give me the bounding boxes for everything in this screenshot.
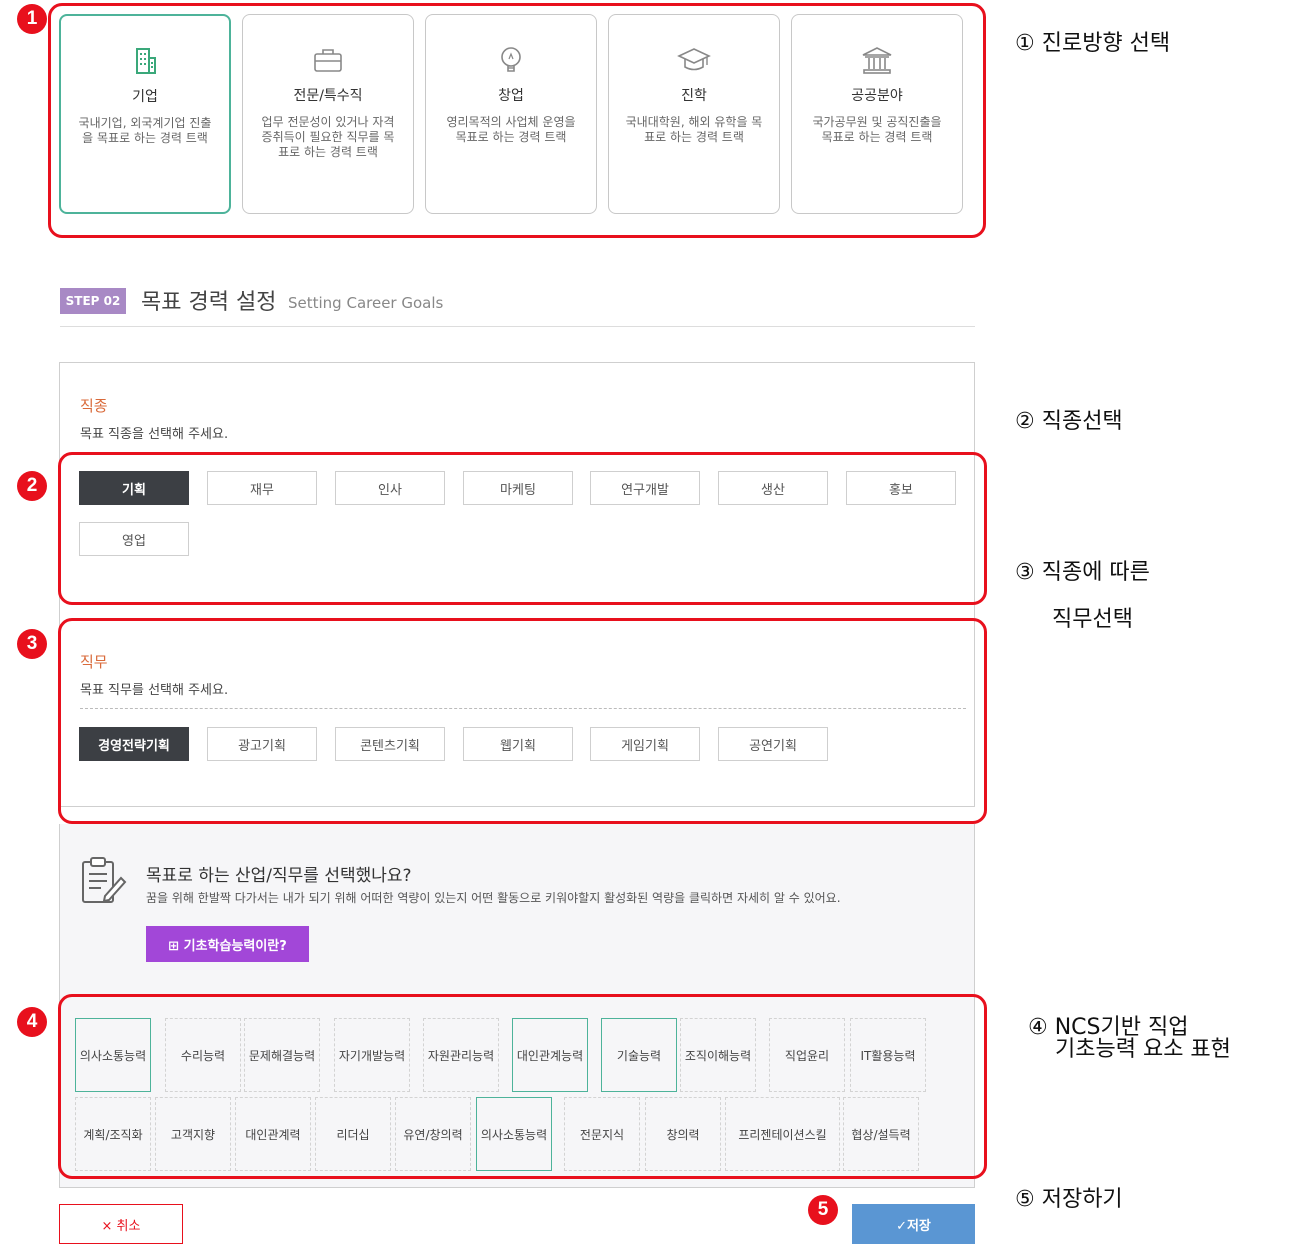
step-divider	[60, 326, 975, 327]
basic-learning-ability-button[interactable]: ⊞ 기초학습능력이란?	[146, 926, 309, 962]
annotation-3-line1: ③ 직종에 따른	[1015, 560, 1150, 585]
save-button[interactable]: ✓저장	[852, 1204, 975, 1244]
badge-1: 1	[17, 4, 47, 34]
badge-5: 5	[808, 1195, 838, 1225]
info-title: 목표로 하는 산업/직무를 선택했나요?	[146, 866, 412, 886]
info-desc: 꿈을 위해 한발짝 다가서는 내가 되기 위해 어떠한 역량이 있는지 어떤 활…	[146, 891, 841, 905]
step-title: 목표 경력 설정	[141, 290, 277, 315]
step-badge: STEP 02	[60, 288, 126, 314]
annotation-2: ② 직종선택	[1015, 409, 1123, 434]
clipboard-edit-icon	[79, 856, 131, 910]
highlight-box-2	[58, 452, 987, 605]
highlight-box-3	[58, 618, 987, 824]
highlight-box-1	[48, 3, 986, 238]
step-subtitle: Setting Career Goals	[288, 294, 444, 312]
badge-4: 4	[17, 1007, 47, 1037]
annotation-3-line2: 직무선택	[1052, 607, 1133, 632]
occupation-desc: 목표 직종을 선택해 주세요.	[80, 427, 229, 442]
occupation-title: 직종	[80, 397, 108, 415]
badge-2: 2	[17, 471, 47, 501]
highlight-box-4	[58, 994, 987, 1179]
cancel-button[interactable]: × 취소	[59, 1204, 183, 1244]
annotation-1: ① 진로방향 선택	[1015, 31, 1171, 56]
annotation-4-line2: 기초능력 요소 표현	[1055, 1037, 1231, 1062]
badge-3: 3	[17, 629, 47, 659]
annotation-5: ⑤ 저장하기	[1015, 1187, 1123, 1212]
